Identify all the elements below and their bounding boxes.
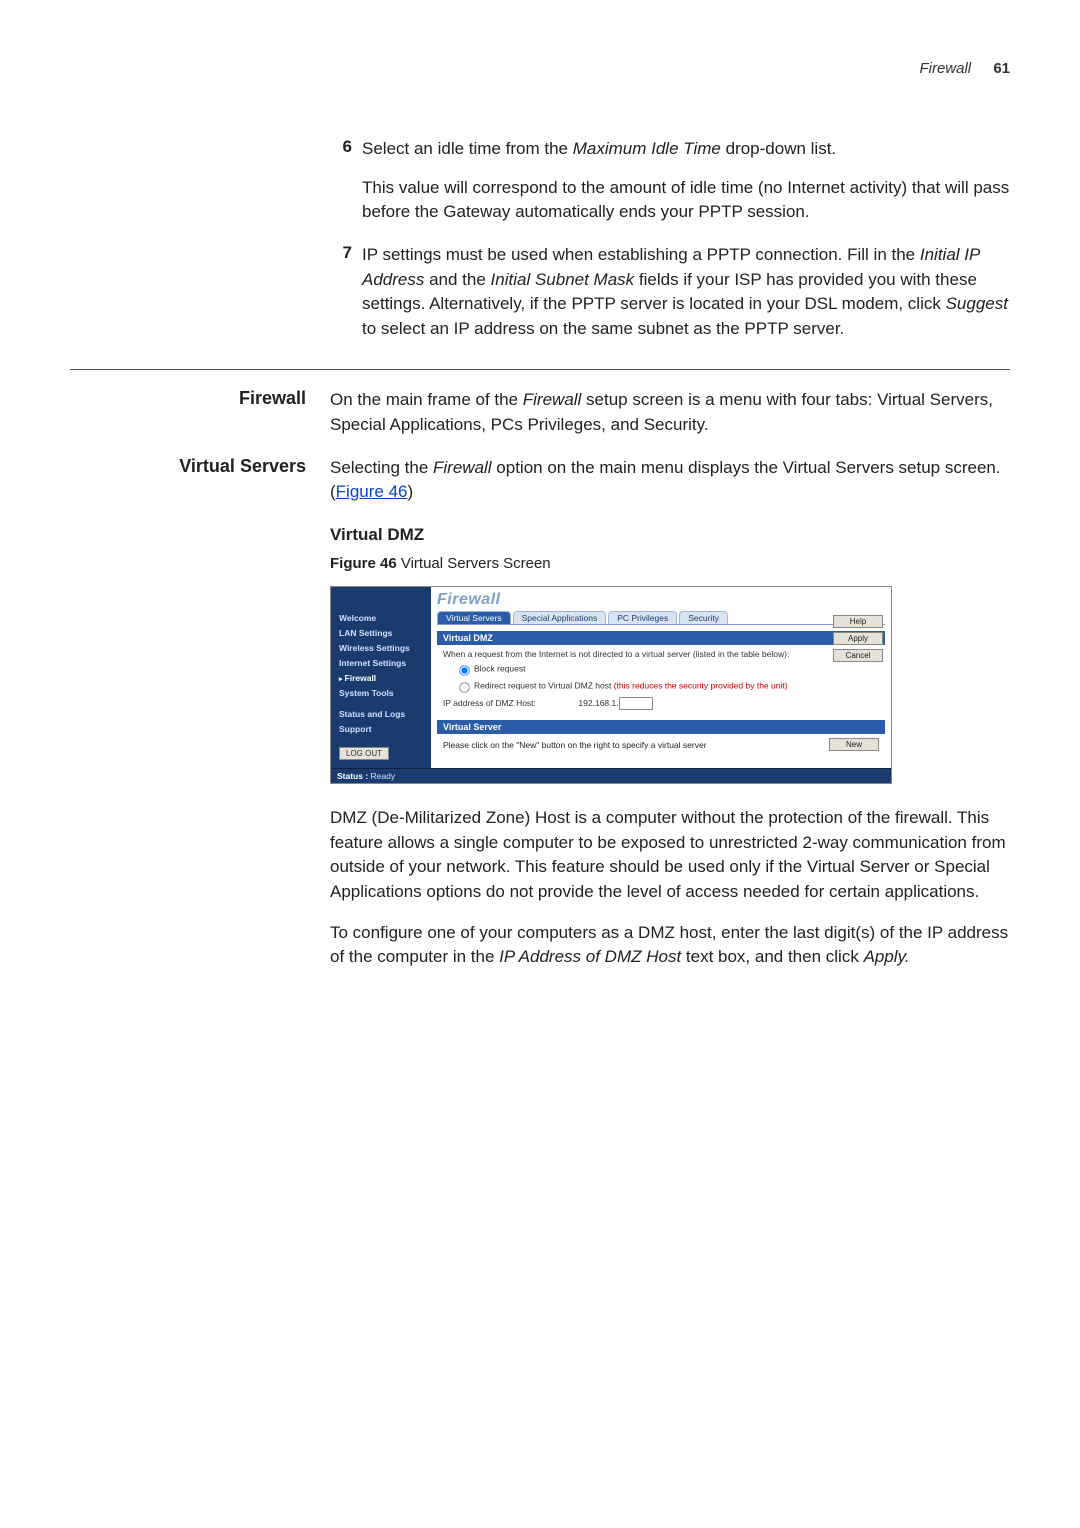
config-paragraph: To configure one of your computers as a … bbox=[330, 921, 1010, 970]
sidebar-item-welcome[interactable]: Welcome bbox=[339, 613, 425, 623]
sidebar-item-support[interactable]: Support bbox=[339, 724, 425, 734]
figure-caption: Figure 46 Virtual Servers Screen bbox=[330, 555, 1010, 572]
text: text box, and then click bbox=[681, 947, 863, 966]
logout-button[interactable]: LOG OUT bbox=[339, 747, 389, 760]
tab-security[interactable]: Security bbox=[679, 611, 728, 624]
tab-virtual-servers[interactable]: Virtual Servers bbox=[437, 611, 511, 624]
sidebar: Welcome LAN Settings Wireless Settings I… bbox=[331, 587, 431, 768]
status-value: Ready bbox=[371, 771, 396, 781]
step-6: 6 Select an idle time from the Maximum I… bbox=[330, 137, 1010, 162]
step-text: Select an idle time from the Maximum Idl… bbox=[352, 137, 1010, 162]
sidebar-item-lan-settings[interactable]: LAN Settings bbox=[339, 628, 425, 638]
text: to select an IP address on the same subn… bbox=[362, 319, 844, 338]
virtual-server-bar: Virtual Server bbox=[437, 720, 885, 734]
virtual-servers-screenshot: Welcome LAN Settings Wireless Settings I… bbox=[330, 586, 892, 784]
initial-subnet-mask-label: Initial Subnet Mask bbox=[491, 270, 635, 289]
text: Select an idle time from the bbox=[362, 139, 573, 158]
virtual-dmz-content: When a request from the Internet is not … bbox=[437, 645, 885, 714]
status-bar: Status : Ready bbox=[331, 768, 891, 783]
step-7: 7 IP settings must be used when establis… bbox=[330, 243, 1010, 342]
header-page-number: 61 bbox=[993, 60, 1010, 77]
section-divider bbox=[70, 369, 1010, 370]
radio-redirect-dmz[interactable]: Redirect request to Virtual DMZ host (th… bbox=[453, 678, 879, 694]
virtual-server-instruction: Please click on the "New" button on the … bbox=[443, 740, 707, 750]
dmz-host-ip-input[interactable] bbox=[619, 697, 653, 710]
dmz-instruction: When a request from the Internet is not … bbox=[443, 649, 879, 660]
firewall-heading: Firewall bbox=[70, 388, 330, 409]
step-6-sub: This value will correspond to the amount… bbox=[362, 176, 1010, 225]
step-number: 7 bbox=[330, 243, 352, 342]
sidebar-item-status-and-logs[interactable]: Status and Logs bbox=[339, 709, 425, 719]
text: IP settings must be used when establishi… bbox=[362, 245, 920, 264]
virtual-dmz-heading: Virtual DMZ bbox=[330, 525, 1010, 545]
apply-button[interactable]: Apply bbox=[833, 632, 883, 645]
radio-label: Redirect request to Virtual DMZ host bbox=[474, 680, 614, 690]
tab-pc-privileges[interactable]: PC Privileges bbox=[608, 611, 677, 624]
panel-title: Firewall bbox=[437, 591, 885, 609]
radio-block-request-input[interactable] bbox=[459, 665, 469, 675]
firewall-section: Firewall On the main frame of the Firewa… bbox=[70, 388, 1010, 437]
virtual-servers-section: Virtual Servers Selecting the Firewall o… bbox=[70, 456, 1010, 505]
apply-label: Apply. bbox=[864, 947, 910, 966]
suggest-label: Suggest bbox=[946, 294, 1008, 313]
header-section: Firewall bbox=[919, 60, 971, 77]
virtual-servers-paragraph: Selecting the Firewall option on the mai… bbox=[330, 456, 1010, 505]
warning-text: (this reduces the security provided by t… bbox=[614, 680, 788, 690]
firewall-paragraph: On the main frame of the Firewall setup … bbox=[330, 388, 1010, 437]
text: drop-down list. bbox=[721, 139, 836, 158]
ip-prefix: 192.168.1. bbox=[578, 698, 618, 708]
text: On the main frame of the bbox=[330, 390, 523, 409]
virtual-servers-heading: Virtual Servers bbox=[70, 456, 330, 477]
sidebar-item-system-tools[interactable]: System Tools bbox=[339, 688, 425, 698]
tab-special-applications[interactable]: Special Applications bbox=[513, 611, 607, 624]
dmz-ip-row: IP address of DMZ Host: 192.168.1. bbox=[443, 697, 879, 710]
cancel-button[interactable]: Cancel bbox=[833, 649, 883, 662]
dmz-paragraph: DMZ (De-Militarized Zone) Host is a comp… bbox=[330, 806, 1010, 905]
status-label: Status : bbox=[337, 771, 368, 781]
virtual-server-row: Please click on the "New" button on the … bbox=[437, 734, 885, 755]
figure-number: Figure 46 bbox=[330, 555, 397, 572]
button-column: Help Apply Cancel bbox=[833, 615, 883, 662]
ip-address-dmz-host-label: IP Address of DMZ Host bbox=[499, 947, 681, 966]
sidebar-item-internet-settings[interactable]: Internet Settings bbox=[339, 658, 425, 668]
text: Firewall bbox=[433, 458, 492, 477]
text: and the bbox=[424, 270, 490, 289]
virtual-dmz-bar: Virtual DMZ bbox=[437, 631, 885, 645]
radio-redirect-dmz-input[interactable] bbox=[459, 682, 469, 692]
text: Selecting the bbox=[330, 458, 433, 477]
help-button[interactable]: Help bbox=[833, 615, 883, 628]
ip-label: IP address of DMZ Host: bbox=[443, 698, 536, 708]
radio-label: Block request bbox=[474, 663, 526, 673]
text: ) bbox=[408, 482, 414, 501]
text: Firewall bbox=[523, 390, 582, 409]
sidebar-item-wireless-settings[interactable]: Wireless Settings bbox=[339, 643, 425, 653]
tab-bar: Virtual Servers Special Applications PC … bbox=[437, 611, 885, 625]
step-text: IP settings must be used when establishi… bbox=[352, 243, 1010, 342]
page-header: Firewall 61 bbox=[70, 60, 1010, 77]
sidebar-item-firewall[interactable]: Firewall bbox=[339, 673, 425, 683]
maximum-idle-time-label: Maximum Idle Time bbox=[573, 139, 721, 158]
figure-title: Virtual Servers Screen bbox=[397, 555, 551, 572]
step-number: 6 bbox=[330, 137, 352, 162]
figure-46-link[interactable]: Figure 46 bbox=[336, 482, 408, 501]
radio-block-request[interactable]: Block request bbox=[453, 661, 879, 677]
new-button[interactable]: New bbox=[829, 738, 879, 751]
